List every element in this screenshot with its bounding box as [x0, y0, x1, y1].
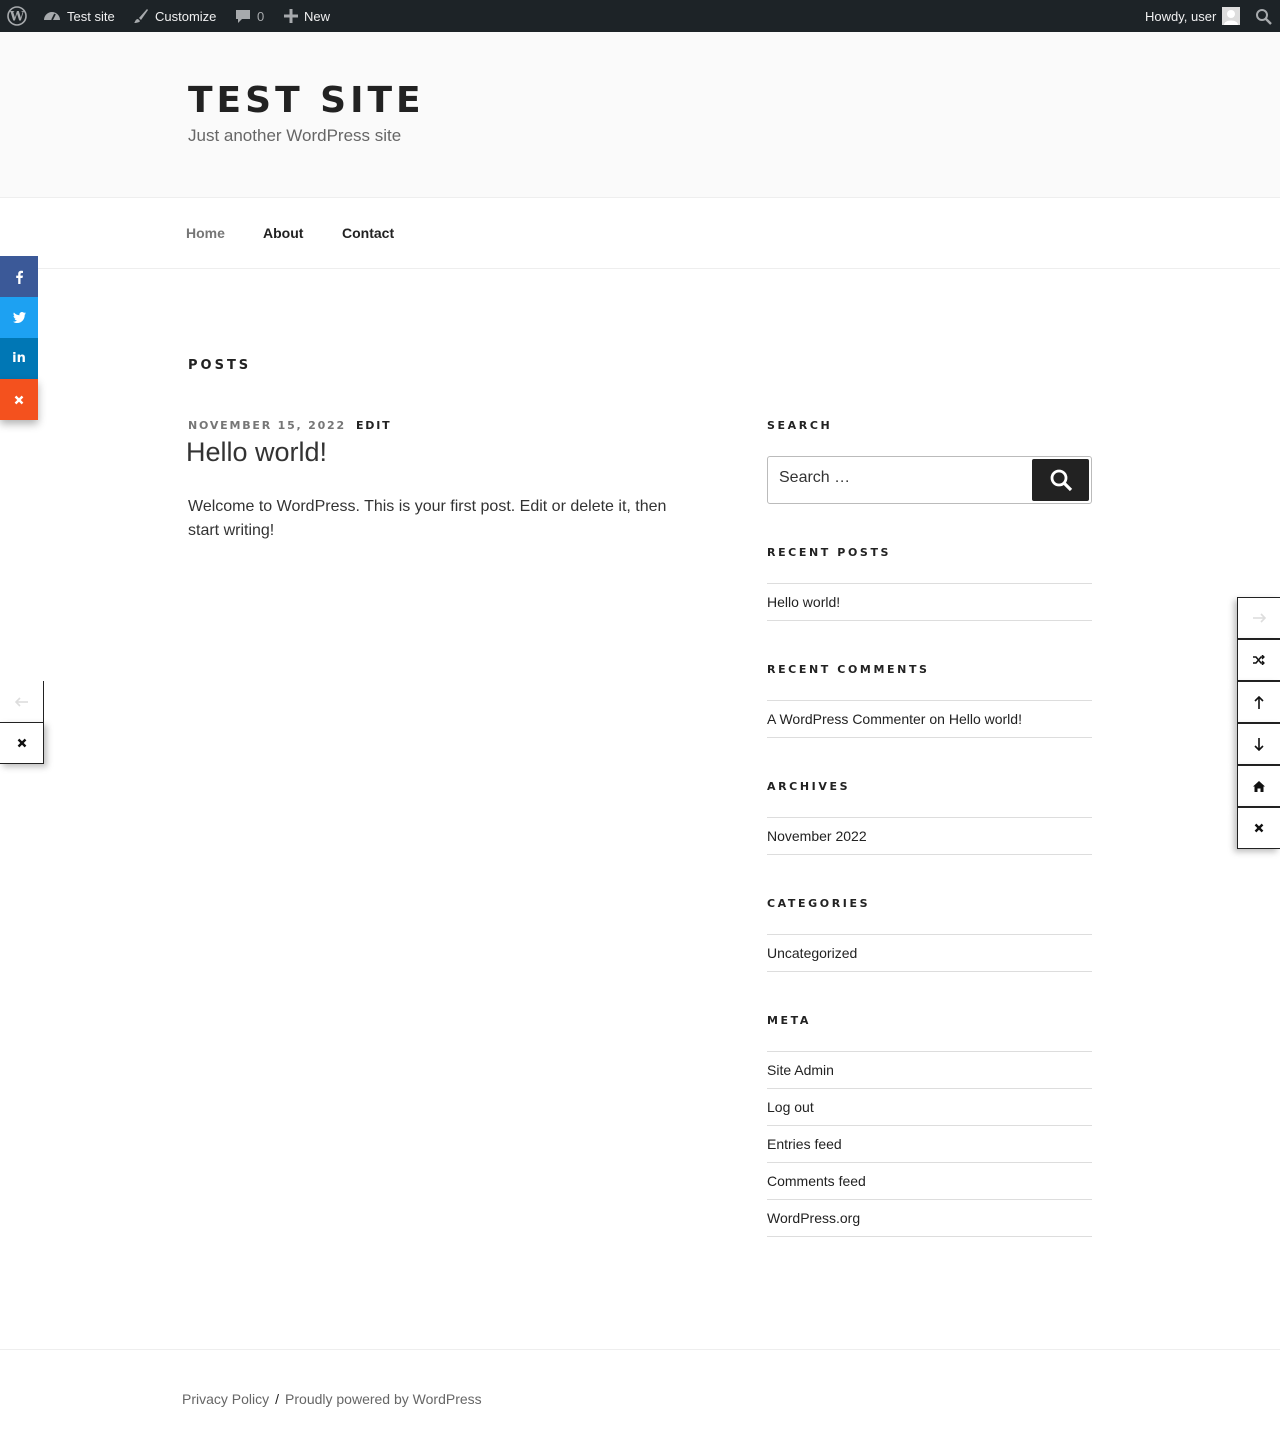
list-item[interactable]: Site Admin	[767, 1052, 1092, 1089]
nav-item-home[interactable]: Home	[186, 225, 225, 241]
arrow-left-icon	[14, 696, 28, 707]
previous-post-button[interactable]	[0, 681, 44, 723]
archive-link[interactable]: November 2022	[767, 828, 867, 844]
widget-title-categories: CATEGORIES	[767, 897, 871, 910]
footer-separator: /	[275, 1391, 280, 1407]
brush-icon	[133, 8, 149, 24]
list-item[interactable]: Entries feed	[767, 1126, 1092, 1163]
arrow-up-icon	[1254, 695, 1264, 709]
search-input[interactable]	[779, 469, 1029, 487]
new-content-menu[interactable]: New	[284, 0, 330, 32]
customize-label: Customize	[155, 8, 217, 24]
avatar	[1222, 7, 1241, 25]
home-icon	[1253, 780, 1265, 792]
scroll-top-button[interactable]	[1237, 681, 1280, 723]
linkedin-share-button[interactable]: in	[0, 338, 38, 379]
site-title[interactable]: TEST SITE	[188, 80, 425, 121]
dashboard-icon	[43, 8, 61, 24]
meta-link-site-admin[interactable]: Site Admin	[767, 1062, 834, 1078]
comments-link[interactable]: 0	[235, 0, 264, 32]
comment-post-link[interactable]: Hello world!	[949, 711, 1022, 727]
widget-title-meta: META	[767, 1014, 812, 1027]
privacy-policy-link[interactable]: Privacy Policy	[182, 1391, 269, 1407]
arrow-right-icon	[1253, 613, 1266, 623]
linkedin-icon: in	[12, 351, 26, 366]
meta-link-log-out[interactable]: Log out	[767, 1099, 814, 1115]
howdy-label: Howdy, user	[1145, 8, 1217, 24]
widget-title-archives: ARCHIVES	[767, 780, 851, 793]
category-link[interactable]: Uncategorized	[767, 945, 857, 961]
close-icon	[1254, 823, 1264, 833]
close-post-nav-button[interactable]	[0, 722, 44, 764]
facebook-share-button[interactable]	[0, 256, 38, 297]
categories-list: Uncategorized	[767, 934, 1092, 972]
search-form	[767, 456, 1092, 504]
twitter-icon	[12, 312, 26, 323]
widget-title-search: SEARCH	[767, 419, 833, 432]
close-nav-button[interactable]	[1237, 807, 1280, 849]
comment-author-link[interactable]: A WordPress Commenter	[767, 711, 925, 727]
close-share-button[interactable]	[0, 379, 38, 420]
meta-link-wordpress-org[interactable]: WordPress.org	[767, 1210, 860, 1226]
meta-list: Site Admin Log out Entries feed Comments…	[767, 1051, 1092, 1237]
list-item[interactable]: November 2022	[767, 818, 1092, 855]
archives-list: November 2022	[767, 817, 1092, 855]
close-icon	[14, 395, 24, 404]
scroll-bottom-button[interactable]	[1237, 723, 1280, 765]
svg-text:W: W	[9, 10, 25, 25]
shuffle-icon	[1253, 655, 1265, 665]
twitter-share-button[interactable]	[0, 297, 38, 338]
meta-link-comments-feed[interactable]: Comments feed	[767, 1173, 866, 1189]
powered-by-link[interactable]: Proudly powered by WordPress	[285, 1391, 482, 1407]
facebook-icon	[16, 270, 23, 284]
comment-bubble-icon	[235, 8, 251, 24]
recent-comments-list: A WordPress Commenter on Hello world!	[767, 700, 1092, 738]
post-meta: NOVEMBER 15, 2022 EDIT	[188, 419, 391, 432]
site-header: TEST SITE Just another WordPress site	[0, 32, 1280, 198]
search-icon	[1050, 469, 1072, 492]
comments-count: 0	[257, 8, 265, 24]
close-icon	[17, 738, 26, 748]
recent-posts-list: Hello world!	[767, 583, 1092, 621]
main-navigation: Home About Contact	[0, 198, 1280, 269]
widget-title-recent-posts: RECENT POSTS	[767, 546, 892, 559]
list-item[interactable]: Log out	[767, 1089, 1092, 1126]
new-label: New	[304, 8, 331, 24]
next-post-button[interactable]	[1237, 597, 1280, 639]
list-item[interactable]: Hello world!	[767, 584, 1092, 621]
customize-link[interactable]: Customize	[133, 0, 216, 32]
wordpress-logo-icon[interactable]: W	[7, 0, 27, 32]
admin-bar: W Test site Customize 0 New Howdy, user	[0, 0, 1280, 32]
search-icon[interactable]	[1255, 0, 1272, 32]
list-item[interactable]: Uncategorized	[767, 935, 1092, 972]
nav-item-contact[interactable]: Contact	[342, 225, 394, 241]
home-button[interactable]	[1237, 765, 1280, 807]
widget-title-recent-comments: RECENT COMMENTS	[767, 663, 930, 676]
recent-post-link[interactable]: Hello world!	[767, 594, 840, 610]
comment-on-text: on	[929, 711, 945, 727]
site-description: Just another WordPress site	[188, 126, 402, 145]
post-title-link[interactable]: Hello world!	[186, 437, 327, 468]
post-date-link[interactable]: NOVEMBER 15, 2022	[188, 419, 346, 432]
random-post-button[interactable]	[1237, 639, 1280, 681]
site-name-label: Test site	[67, 8, 115, 24]
page-title: POSTS	[188, 358, 252, 373]
nav-item-about[interactable]: About	[263, 225, 303, 241]
site-footer: Privacy Policy / Proudly powered by WordPr…	[0, 1349, 1280, 1445]
my-account-menu[interactable]: Howdy, user	[1145, 0, 1241, 32]
list-item[interactable]: WordPress.org	[767, 1200, 1092, 1237]
meta-link-entries-feed[interactable]: Entries feed	[767, 1136, 842, 1152]
post-excerpt: Welcome to WordPress. This is your first…	[188, 498, 667, 539]
footer-info: Privacy Policy / Proudly powered by WordPr…	[182, 1391, 482, 1407]
list-item[interactable]: Comments feed	[767, 1163, 1092, 1200]
post-edit-link[interactable]: EDIT	[356, 419, 391, 432]
site-name-menu[interactable]: Test site	[43, 0, 115, 32]
list-item: A WordPress Commenter on Hello world!	[767, 701, 1092, 738]
plus-icon	[284, 9, 298, 23]
arrow-down-icon	[1254, 737, 1264, 751]
search-button[interactable]	[1032, 459, 1089, 501]
